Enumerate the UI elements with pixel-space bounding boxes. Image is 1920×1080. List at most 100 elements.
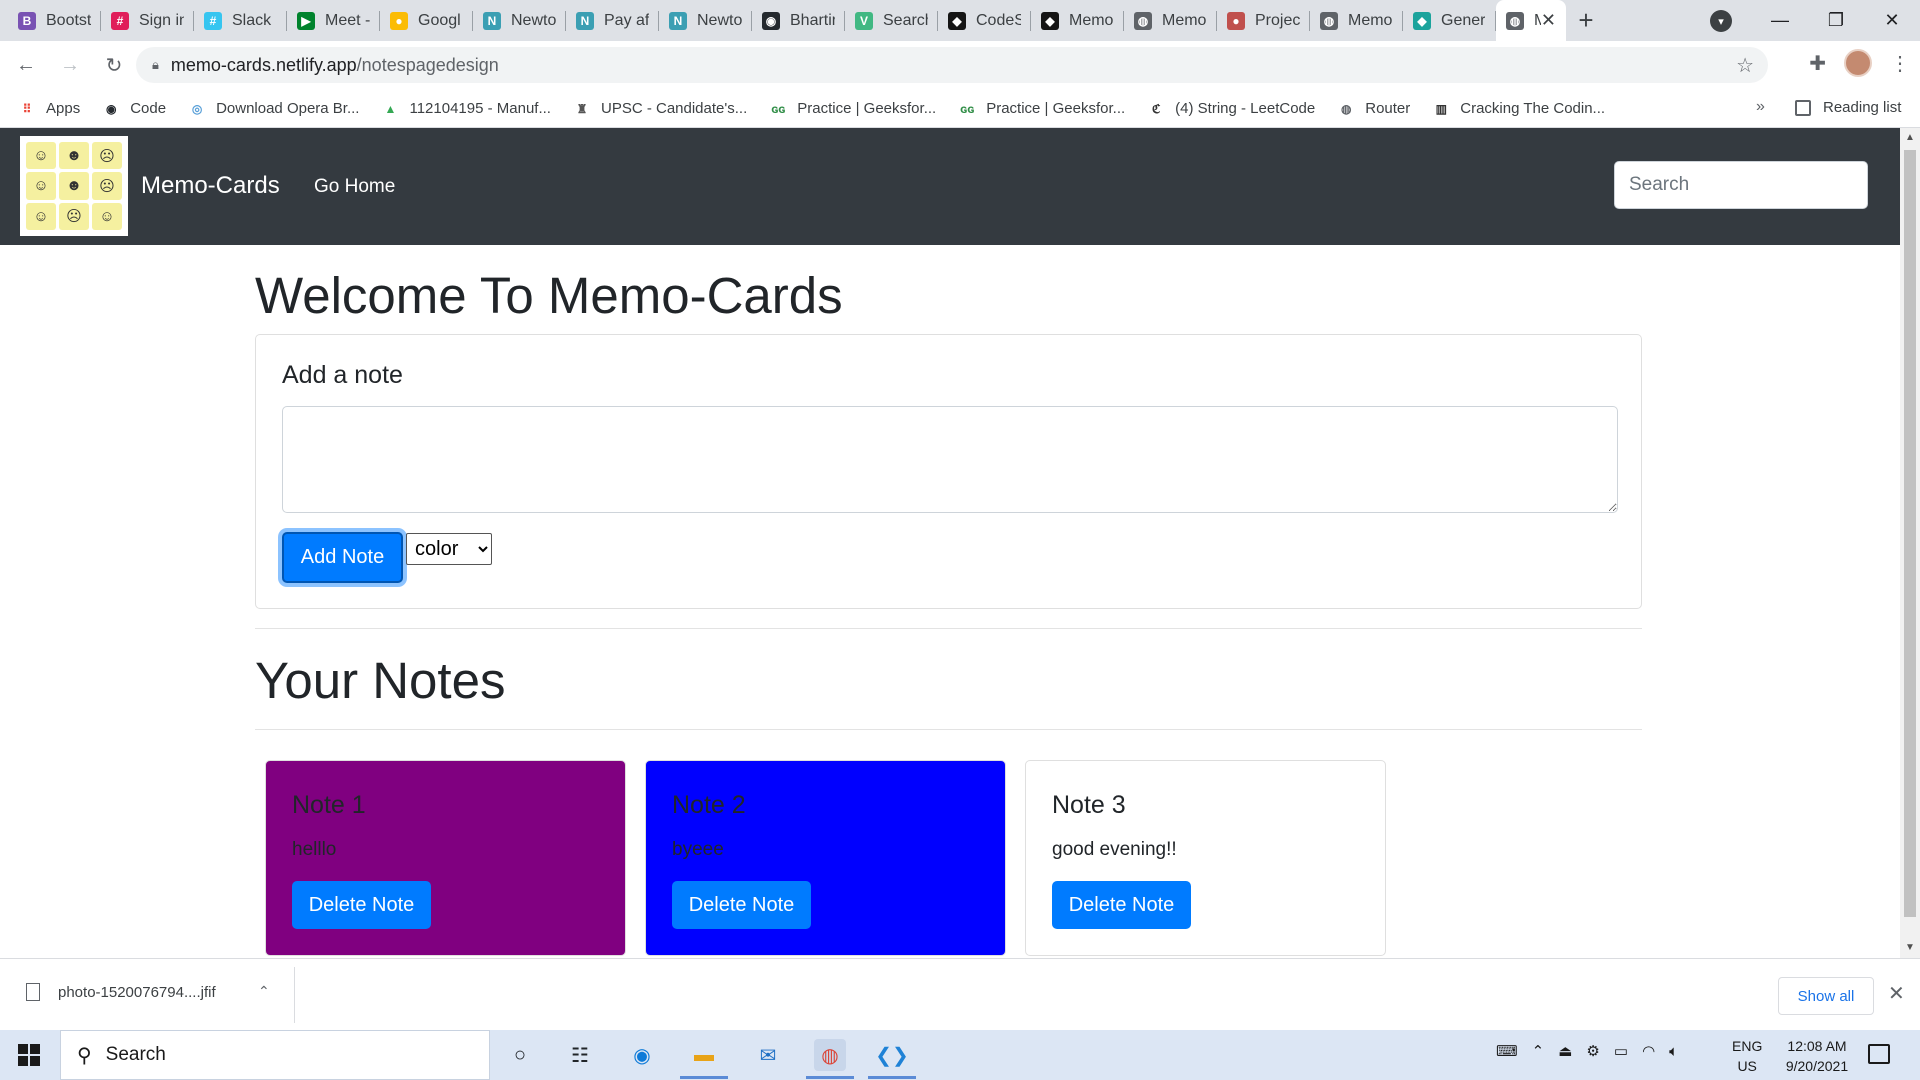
tab-search-icon[interactable]: ▾ [1710,10,1732,32]
chrome-icon[interactable]: ◍ [814,1039,846,1071]
browser-tab[interactable]: ◉ Bhartir [752,0,845,41]
smiley-icon: ☻ [59,142,89,170]
battery-icon[interactable]: ▭ [1614,1042,1628,1060]
browser-tab[interactable]: ◆ Memo [1031,0,1124,41]
reload-icon[interactable]: ↻ [96,53,132,78]
newton-icon: N [669,11,687,30]
address-bar[interactable]: 🔒︎ memo-cards.netlify.app/notespagedesig… [136,47,1768,83]
edge-icon[interactable]: ◉ [626,1039,658,1071]
browser-tab[interactable]: N Newto [659,0,752,41]
bookmark-item[interactable]: ▲ 112104195 - Manuf... [381,100,551,118]
note-text: byeee [672,839,724,860]
bookmark-item[interactable]: ◎ Download Opera Br... [188,100,360,118]
vscode-icon[interactable]: ❮❯ [875,1039,909,1071]
restore-button[interactable]: ❐ [1808,10,1864,31]
taskbar-search[interactable]: ⚲ Search [60,1030,490,1080]
opera-icon: ◎ [191,101,203,116]
browser-tab[interactable]: # Slack | [194,0,287,41]
scrollbar-thumb[interactable] [1904,150,1916,917]
extensions-icon[interactable]: ✚ [1809,51,1826,76]
close-icon[interactable]: ✕ [1888,981,1905,1006]
bookmark-item[interactable]: ℭ (4) String - LeetCode [1147,100,1315,118]
tab-title: Bootst [46,11,91,29]
color-select[interactable]: color [406,533,492,565]
smiley-icon: ☺ [26,172,56,200]
delete-note-button[interactable]: Delete Note [672,881,811,929]
delete-note-button[interactable]: Delete Note [1052,881,1191,929]
volume-icon[interactable]: 🔈︎ [1669,1043,1678,1060]
bookmark-label: 112104195 - Manuf... [409,100,551,117]
page-scrollbar[interactable]: ▲ ▼ [1900,128,1920,958]
memo-cards-logo[interactable]: ☺ ☻ ☹ ☺ ☻ ☹ ☺ ☹ ☺ [20,136,128,236]
chevron-up-icon[interactable]: ⌃ [258,983,270,1000]
vue-icon: V [855,11,873,30]
tab-title: Googl [418,11,461,29]
scroll-up-icon[interactable]: ▲ [1905,132,1915,143]
taskbar-search-label: Search [105,1044,166,1065]
back-icon[interactable]: ← [8,54,44,77]
tab-title: Pay aft [604,11,649,29]
browser-tab[interactable]: ● Googl [380,0,473,41]
browser-tab[interactable]: ◆ CodeS [938,0,1031,41]
forward-icon[interactable]: → [52,54,88,77]
task-view-icon[interactable]: ☷ [564,1039,596,1071]
notifications-icon[interactable] [1868,1044,1890,1064]
navbar-brand[interactable]: Memo-Cards [141,172,280,200]
cortana-icon[interactable]: ○ [504,1039,536,1071]
browser-tab[interactable]: ◍ Memo [1310,0,1403,41]
browser-tab[interactable]: N Pay aft [566,0,659,41]
browser-tab[interactable]: B Bootst [8,0,101,41]
tab-title: Gener [1441,11,1486,29]
globe-icon: ◍ [1320,11,1338,30]
bookmark-item[interactable]: ▥ Cracking The Codin... [1432,100,1605,118]
profile-avatar[interactable] [1844,49,1872,77]
download-item[interactable]: photo-1520076794....jfif [26,983,216,1001]
mail-icon[interactable]: ✉ [752,1039,784,1071]
browser-tab[interactable]: # Sign in [101,0,194,41]
add-note-button[interactable]: Add Note [282,532,403,583]
menu-icon[interactable]: ⋮ [1890,51,1910,76]
bookmark-item[interactable]: ⠿ Apps [18,100,81,118]
delete-note-button[interactable]: Delete Note [292,881,431,929]
browser-tab[interactable]: ● Projec [1217,0,1310,41]
tab-title: Projec [1255,11,1300,29]
bookmark-item[interactable]: ɢɢ Practice | Geeksfor... [958,100,1125,118]
site-navbar: ☺ ☻ ☹ ☺ ☻ ☹ ☺ ☹ ☺ Memo-Cards Go Home [0,128,1900,245]
file-explorer-icon[interactable]: ▬ [688,1039,720,1071]
close-window-button[interactable]: ✕ [1864,10,1920,31]
new-tab-button[interactable]: + [1566,0,1606,41]
note-textarea[interactable] [282,406,1618,513]
chevron-up-icon[interactable]: ⌃ [1532,1042,1545,1060]
reading-list-button[interactable]: Reading list [1795,99,1901,116]
browser-tab[interactable]: N Newto [473,0,566,41]
show-all-button[interactable]: Show all [1778,977,1874,1015]
emblem-icon: ♜ [576,101,588,116]
wifi-icon[interactable]: ◠ [1642,1042,1655,1060]
bookmark-item[interactable]: ◉ Code [102,100,166,118]
lock-icon[interactable]: 🔒︎ [152,57,159,73]
active-tab-title: Me [1534,11,1541,29]
minimize-button[interactable]: — [1752,10,1808,31]
tab-title: Newto [511,11,556,29]
language-indicator[interactable]: ENG US [1732,1036,1762,1076]
browser-tab[interactable]: ◆ Gener [1403,0,1496,41]
browser-tab[interactable]: ▶ Meet - [287,0,380,41]
bookmark-star-icon[interactable]: ☆ [1736,53,1754,78]
close-tab-icon[interactable]: ✕ [1541,10,1556,31]
smiley-icon: ☻ [59,172,89,200]
clock[interactable]: 12:08 AM 9/20/2021 [1772,1036,1862,1076]
search-input[interactable] [1614,161,1868,209]
browser-tab[interactable]: V Search [845,0,938,41]
bookmark-item[interactable]: ◍ Router [1337,100,1410,118]
usb-icon[interactable]: ⏏ [1558,1042,1572,1060]
bookmark-item[interactable]: ♜ UPSC - Candidate's... [573,100,748,118]
active-tab[interactable]: ◍ Me ✕ [1496,0,1566,41]
keyboard-icon[interactable]: ⌨ [1496,1042,1518,1060]
bookmark-item[interactable]: ɢɢ Practice | Geeksfor... [769,100,936,118]
windows-start-icon[interactable] [18,1044,40,1066]
browser-tab[interactable]: ◍ Memo [1124,0,1217,41]
bookmarks-overflow-button[interactable]: » [1756,98,1765,116]
go-home-link[interactable]: Go Home [314,176,395,198]
scroll-down-icon[interactable]: ▼ [1905,942,1915,953]
update-icon[interactable]: ⚙ [1586,1042,1599,1060]
